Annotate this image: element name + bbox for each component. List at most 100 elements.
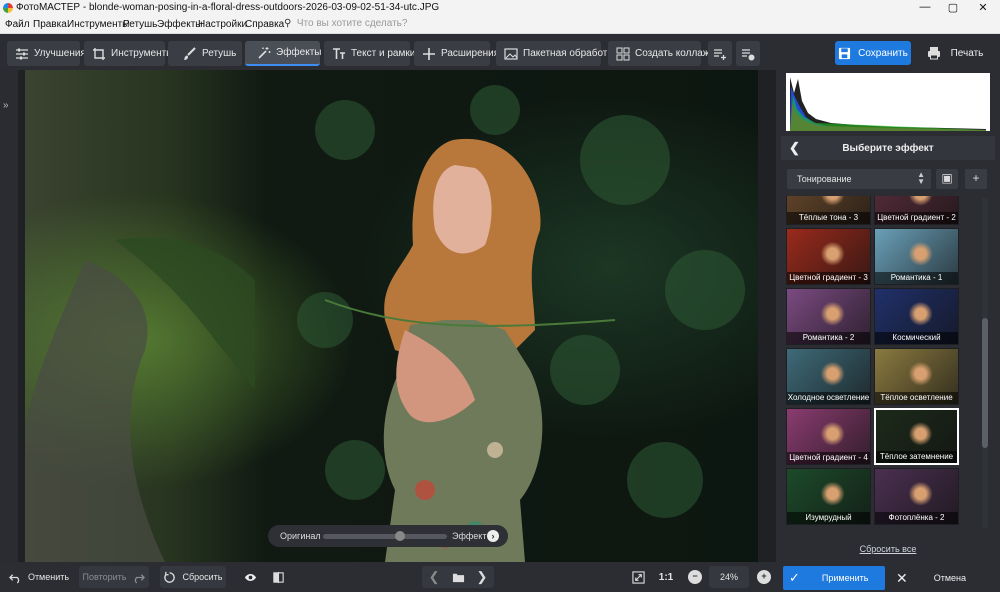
chevron-right-icon[interactable]: ❯ bbox=[477, 569, 488, 585]
photo-preview bbox=[25, 70, 758, 562]
magic-wand-icon bbox=[258, 46, 271, 59]
list-info-button[interactable] bbox=[736, 41, 760, 66]
menu-tools[interactable]: Инструменты bbox=[67, 19, 129, 30]
image-canvas[interactable] bbox=[18, 70, 776, 562]
effect-thumb[interactable]: Романтика - 2 bbox=[786, 288, 871, 345]
undo-icon bbox=[8, 573, 20, 584]
tab-text-frames-label: Текст и рамки bbox=[351, 48, 416, 59]
effect-label: Тёплое осветление bbox=[875, 392, 958, 404]
window-title: ФотоМАСТЕР - blonde-woman-posing-in-a-fl… bbox=[16, 2, 440, 13]
zoom-level[interactable]: 24% bbox=[709, 566, 749, 588]
zoom-1to1-button[interactable]: 1:1 bbox=[654, 566, 678, 588]
reset-button[interactable]: Сбросить bbox=[160, 566, 226, 588]
effect-label: Романтика - 1 bbox=[875, 272, 958, 284]
compare-split-button[interactable] bbox=[266, 566, 290, 588]
tab-tools[interactable]: Инструменты bbox=[84, 41, 173, 66]
batch-processing-label: Пакетная обработка bbox=[523, 48, 618, 59]
tab-retouch-label: Ретушь bbox=[202, 48, 237, 59]
back-arrow-icon[interactable]: ❮ bbox=[789, 140, 800, 156]
effect-label: Космический bbox=[875, 332, 958, 344]
effect-category-select[interactable]: Тонирование ▲ ▼ bbox=[787, 169, 931, 189]
sliders-icon bbox=[16, 48, 28, 59]
effects-panel: ❮ Выберите эффект Тонирование ▲ ▼ ▣ + Тёп… bbox=[776, 70, 1000, 562]
effect-thumb[interactable]: Тёплое осветление bbox=[874, 348, 959, 405]
tab-retouch[interactable]: Ретушь bbox=[168, 41, 242, 66]
zoom-in-button[interactable]: + bbox=[753, 566, 775, 588]
effect-thumb-selected[interactable]: Тёплое затемнение bbox=[874, 408, 959, 465]
save-button[interactable]: Сохранить bbox=[835, 41, 911, 65]
tab-extensions[interactable]: Расширения bbox=[414, 41, 499, 66]
menu-help[interactable]: Справка bbox=[245, 19, 284, 30]
create-collage-button[interactable]: Создать коллаж bbox=[608, 41, 710, 66]
compare-track[interactable] bbox=[323, 534, 447, 539]
expand-panel-icon[interactable]: » bbox=[3, 100, 15, 112]
expand-icon bbox=[631, 570, 645, 584]
plus-circle-icon: + bbox=[757, 570, 771, 584]
reset-label: Сбросить bbox=[182, 572, 223, 582]
menu-effects[interactable]: Эффекты bbox=[157, 19, 202, 30]
minimize-button[interactable]: — bbox=[910, 1, 940, 13]
cancel-button[interactable]: ✕ Отмена bbox=[893, 566, 993, 590]
effect-thumb[interactable]: Космический bbox=[874, 288, 959, 345]
folder-icon[interactable] bbox=[452, 571, 465, 584]
effect-label: Эффект bbox=[452, 531, 487, 541]
effect-thumb[interactable]: Холодное осветление bbox=[786, 348, 871, 405]
fit-screen-button[interactable] bbox=[626, 566, 650, 588]
search-placeholder: Что вы хотите сделать? bbox=[296, 18, 408, 29]
title-bar: ФотоМАСТЕР - blonde-woman-posing-in-a-fl… bbox=[0, 0, 1000, 16]
close-window-button[interactable]: ✕ bbox=[968, 1, 998, 14]
effect-thumb[interactable]: Цветной градиент - 2 bbox=[874, 196, 959, 225]
redo-button[interactable]: Повторить bbox=[79, 566, 149, 588]
effect-thumb[interactable]: Фотоплёнка - 2 bbox=[874, 468, 959, 525]
effect-thumb[interactable]: Изумрудный bbox=[786, 468, 871, 525]
text-icon bbox=[333, 47, 345, 59]
effect-label: Изумрудный bbox=[787, 512, 870, 524]
menu-file[interactable]: Файл bbox=[5, 19, 30, 30]
effect-label: Тёплые тона - 3 bbox=[787, 212, 870, 224]
effect-label: Холодное осветление bbox=[787, 392, 870, 404]
effect-thumb[interactable]: Романтика - 1 bbox=[874, 228, 959, 285]
crop-icon bbox=[93, 47, 105, 60]
print-button[interactable]: Печать bbox=[918, 41, 992, 65]
undo-button[interactable]: Отменить bbox=[6, 566, 72, 588]
minus-circle-icon: − bbox=[688, 570, 702, 584]
arrow-right-circle-icon[interactable]: › bbox=[487, 530, 499, 542]
split-compare-icon bbox=[272, 571, 284, 583]
effect-thumb[interactable]: Тёплые тона - 3 bbox=[786, 196, 871, 225]
apply-button[interactable]: ✓ Применить bbox=[783, 566, 885, 590]
add-list-button[interactable] bbox=[708, 41, 732, 66]
cube-icon: ▣ bbox=[941, 171, 953, 185]
search-field[interactable]: ⚲ Что вы хотите сделать? bbox=[284, 18, 407, 29]
search-icon: ⚲ bbox=[284, 18, 292, 29]
effects-scrollbar[interactable] bbox=[982, 198, 988, 528]
undo-label: Отменить bbox=[27, 572, 70, 582]
preview-eye-button[interactable] bbox=[238, 566, 262, 588]
chevron-left-icon[interactable]: ❮ bbox=[429, 569, 440, 585]
tab-enhance[interactable]: Улучшения bbox=[7, 41, 86, 66]
reset-all-link[interactable]: Сбросить все bbox=[776, 544, 1000, 554]
effect-thumb[interactable]: Цветной градиент - 4 bbox=[786, 408, 871, 465]
zoom-out-button[interactable]: − bbox=[684, 566, 706, 588]
histogram bbox=[786, 73, 990, 131]
tab-extensions-label: Расширения bbox=[441, 48, 500, 59]
plus-icon bbox=[423, 47, 435, 60]
scrollbar-thumb[interactable] bbox=[982, 318, 988, 448]
batch-processing-button[interactable]: Пакетная обработка bbox=[496, 41, 618, 66]
brush-icon bbox=[184, 46, 196, 60]
effect-thumb[interactable]: Цветной градиент - 3 bbox=[786, 228, 871, 285]
tab-text-frames[interactable]: Текст и рамки bbox=[324, 41, 415, 66]
list-info-icon bbox=[742, 48, 755, 60]
compare-knob[interactable] bbox=[394, 531, 405, 541]
collage-icon bbox=[616, 47, 630, 60]
tab-effects[interactable]: Эффекты bbox=[245, 41, 321, 66]
menu-edit[interactable]: Правка bbox=[33, 19, 67, 30]
list-add-icon bbox=[714, 48, 726, 60]
create-collage-label: Создать коллаж bbox=[635, 48, 710, 59]
cube-3d-button[interactable]: ▣ bbox=[936, 169, 958, 189]
redo-icon bbox=[135, 573, 146, 584]
menu-settings[interactable]: Настройки bbox=[198, 19, 247, 30]
menu-retouch[interactable]: Ретушь bbox=[123, 19, 157, 30]
add-effect-button[interactable]: + bbox=[965, 169, 987, 189]
compare-slider[interactable]: Оригинал Эффект › bbox=[268, 525, 508, 547]
maximize-button[interactable]: ▢ bbox=[938, 1, 968, 14]
